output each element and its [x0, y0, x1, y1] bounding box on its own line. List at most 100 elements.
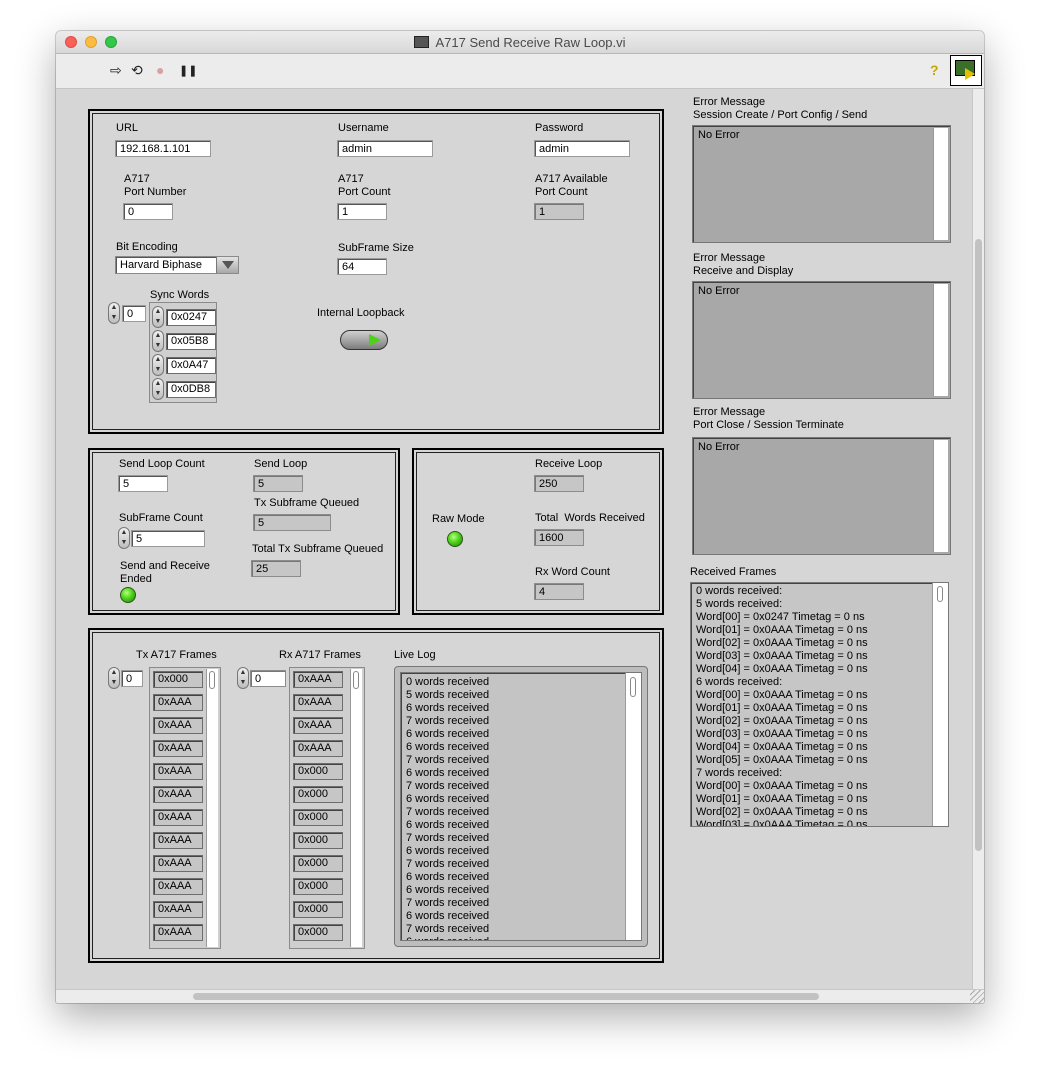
live-log-scroll-thumb[interactable] — [630, 677, 636, 697]
window-vertical-scrollbar[interactable] — [972, 89, 984, 989]
rx-frames-scrollbar[interactable] — [350, 669, 362, 947]
subframe-count-spinner-icon[interactable]: ▲ ▼ — [118, 527, 130, 549]
send-receive-ended-label: Send and Receive Ended — [120, 560, 210, 585]
sync-word-cell[interactable]: 0x0247 — [166, 309, 216, 326]
error1-label: Error Message Session Create / Port Conf… — [693, 96, 868, 121]
sync-words-array: ▲ ▼ 0x0247 ▲ ▼ 0x05B8 ▲ ▼ 0x0A47 ▲ ▼ 0x0DB8 — [149, 302, 217, 403]
bit-encoding-select[interactable]: Harvard Biphase — [115, 256, 239, 274]
tx-frame-cell[interactable]: 0xAAA — [153, 717, 203, 734]
front-panel: URL 192.168.1.101 Username admin Passwor… — [56, 89, 969, 989]
receive-loop-label: Receive Loop — [535, 458, 603, 470]
rx-frame-cell[interactable]: 0x000 — [293, 924, 343, 941]
window-vertical-scroll-thumb[interactable] — [975, 239, 982, 851]
live-log-scrollbar[interactable] — [625, 673, 641, 940]
chevron-down-icon[interactable] — [216, 257, 238, 273]
help-icon[interactable]: ? — [930, 62, 939, 78]
error2-scrollbar[interactable] — [933, 284, 948, 396]
tx-frame-cell[interactable]: 0xAAA — [153, 740, 203, 757]
run-icon[interactable]: ⇨ — [110, 62, 122, 79]
subframe-count-input[interactable]: 5 — [131, 530, 205, 547]
error3-display[interactable]: No Error — [692, 437, 951, 555]
tx-frames-scrollbar[interactable] — [206, 669, 218, 947]
received-frames-scroll-thumb[interactable] — [937, 586, 943, 602]
tx-frame-cell[interactable]: 0xAAA — [153, 901, 203, 918]
error3-scrollbar[interactable] — [933, 440, 948, 552]
rx-frame-cell[interactable]: 0x000 — [293, 901, 343, 918]
rx-index-input[interactable]: 0 — [250, 670, 286, 687]
sync-word-spinner-icon[interactable]: ▲ ▼ — [152, 330, 164, 352]
tx-frame-cell[interactable]: 0xAAA — [153, 924, 203, 941]
window-horizontal-scrollbar[interactable] — [56, 989, 984, 1003]
tx-frame-cell[interactable]: 0xAAA — [153, 694, 203, 711]
toolbar: ⇨ ⟲ ● ❚❚ ? — [56, 54, 984, 89]
tx-subframe-queued-indicator: 5 — [253, 514, 331, 531]
sync-index-spinner-icon[interactable]: ▲ ▼ — [108, 302, 120, 324]
sync-index-input[interactable]: 0 — [122, 305, 146, 322]
tx-frame-cell[interactable]: 0xAAA — [153, 763, 203, 780]
error2-label: Error Message Receive and Display — [693, 252, 794, 277]
tx-index-input[interactable]: 0 — [121, 670, 143, 687]
internal-loopback-toggle[interactable] — [340, 330, 388, 350]
live-log-display[interactable]: 0 words received 5 words received 6 word… — [400, 672, 642, 941]
url-input[interactable]: 192.168.1.101 — [115, 140, 211, 157]
sync-word-cell[interactable]: 0x0DB8 — [166, 381, 216, 398]
rx-frame-cell[interactable]: 0x000 — [293, 855, 343, 872]
available-port-count-label: A717 Available Port Count — [535, 173, 608, 198]
sync-word-cell[interactable]: 0x0A47 — [166, 357, 216, 374]
sync-word-cell[interactable]: 0x05B8 — [166, 333, 216, 350]
pause-icon[interactable]: ❚❚ — [179, 64, 197, 77]
tx-frames-array: 0x000 0xAAA 0xAAA 0xAAA 0xAAA 0xAAA 0xAAA 0xAAA… — [149, 667, 221, 949]
window-horizontal-scroll-thumb[interactable] — [193, 993, 819, 1000]
received-frames-display[interactable]: 0 words received: 5 words received: Word… — [690, 582, 949, 827]
tx-frame-cell[interactable]: 0xAAA — [153, 878, 203, 895]
vi-connector-icon[interactable] — [950, 55, 982, 86]
error2-display[interactable]: No Error — [692, 281, 951, 399]
rx-frame-cell[interactable]: 0x000 — [293, 832, 343, 849]
rx-frames-label: Rx A717 Frames — [279, 649, 361, 661]
sync-words-label: Sync Words — [150, 289, 210, 301]
total-words-received-indicator: 1600 — [534, 529, 584, 546]
resize-grip-icon[interactable] — [970, 990, 984, 1003]
rx-frame-cell[interactable]: 0xAAA — [293, 740, 343, 757]
username-input[interactable]: admin — [337, 140, 433, 157]
sync-word-spinner-icon[interactable]: ▲ ▼ — [152, 306, 164, 328]
abort-icon[interactable]: ● — [156, 62, 164, 78]
error1-scrollbar[interactable] — [933, 128, 948, 240]
rx-frame-cell[interactable]: 0x000 — [293, 786, 343, 803]
received-frames-scrollbar[interactable] — [932, 583, 948, 826]
internal-loopback-label: Internal Loopback — [317, 307, 405, 319]
received-frames-text: 0 words received: 5 words received: Word… — [696, 585, 868, 827]
port-count-input[interactable]: 1 — [337, 203, 387, 220]
send-loop-count-input[interactable]: 5 — [118, 475, 168, 492]
tx-frame-cell[interactable]: 0xAAA — [153, 786, 203, 803]
tx-frame-cell[interactable]: 0xAAA — [153, 809, 203, 826]
rx-frame-cell[interactable]: 0x000 — [293, 809, 343, 826]
tx-frames-scroll-thumb[interactable] — [209, 671, 215, 689]
play-icon — [369, 334, 381, 346]
available-port-count-indicator: 1 — [534, 203, 584, 220]
password-input[interactable]: admin — [534, 140, 630, 157]
tx-frame-cell[interactable]: 0xAAA — [153, 832, 203, 849]
error3-label: Error Message Port Close / Session Termi… — [693, 406, 844, 431]
rx-frames-scroll-thumb[interactable] — [353, 671, 359, 689]
port-number-input[interactable]: 0 — [123, 203, 173, 220]
rx-frame-cell[interactable]: 0xAAA — [293, 717, 343, 734]
tx-frame-cell[interactable]: 0xAAA — [153, 855, 203, 872]
sync-word-spinner-icon[interactable]: ▲ ▼ — [152, 354, 164, 376]
received-frames-label: Received Frames — [690, 566, 777, 578]
window-title: A717 Send Receive Raw Loop.vi — [56, 35, 984, 50]
rx-frame-cell[interactable]: 0x000 — [293, 878, 343, 895]
sync-word-spinner-icon[interactable]: ▲ ▼ — [152, 378, 164, 400]
subframe-size-label: SubFrame Size — [338, 242, 414, 254]
port-number-label: A717 Port Number — [124, 173, 187, 198]
subframe-size-input[interactable]: 64 — [337, 258, 387, 275]
rx-frame-cell[interactable]: 0xAAA — [293, 671, 343, 688]
rx-index-spinner-icon[interactable]: ▲ ▼ — [237, 667, 249, 689]
error1-display[interactable]: No Error — [692, 125, 951, 243]
tx-index-spinner-icon[interactable]: ▲ ▼ — [108, 667, 120, 689]
raw-mode-label: Raw Mode — [432, 513, 485, 525]
run-continuously-icon[interactable]: ⟲ — [131, 62, 143, 79]
tx-frame-cell[interactable]: 0x000 — [153, 671, 203, 688]
rx-frame-cell[interactable]: 0xAAA — [293, 694, 343, 711]
rx-frame-cell[interactable]: 0x000 — [293, 763, 343, 780]
